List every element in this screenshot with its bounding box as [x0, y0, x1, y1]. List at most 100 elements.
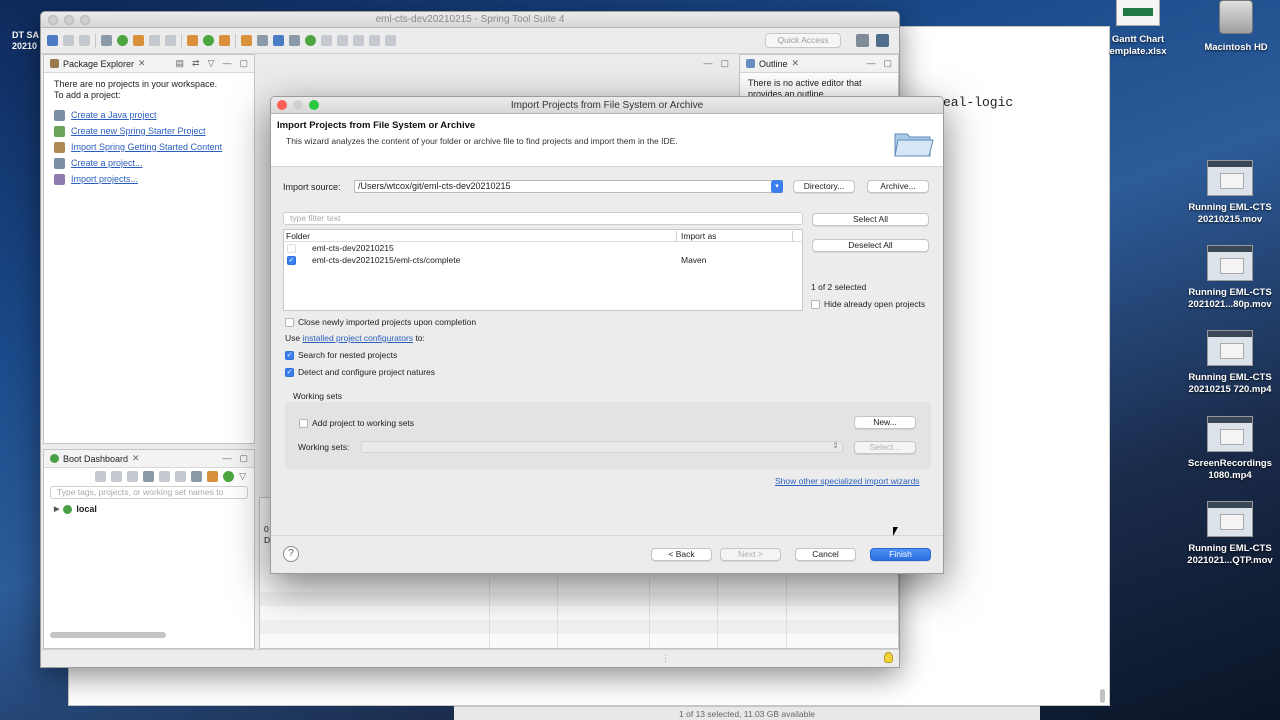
- close-dialog-button[interactable]: [277, 100, 287, 110]
- close-projects-label[interactable]: Close newly imported projects upon compl…: [298, 317, 476, 327]
- boot-dashboard-filter[interactable]: Type tags, projects, or working set name…: [50, 486, 248, 499]
- hide-open-projects-checkbox[interactable]: [811, 300, 820, 309]
- desktop-icon-gantt-chart[interactable]: Gantt Chart emplate.xlsx: [1088, 0, 1188, 58]
- working-sets-combo[interactable]: ⇕: [361, 441, 843, 453]
- save-all-icon[interactable]: [79, 35, 90, 46]
- chevron-down-icon[interactable]: ▾: [771, 180, 783, 193]
- outline-tab[interactable]: Outline ✕ — ▢: [740, 55, 898, 73]
- create-project-link[interactable]: Create a project...: [54, 155, 244, 171]
- background-scrollbar[interactable]: [1100, 689, 1105, 703]
- desktop-icon-recording-3[interactable]: Running EML-CTS 20210215 720.mp4: [1180, 330, 1280, 396]
- new-icon[interactable]: [47, 35, 58, 46]
- import-source-combo[interactable]: /Users/wtcox/git/eml-cts-dev20210215 ▾: [354, 180, 783, 193]
- column-divider[interactable]: [792, 231, 793, 241]
- console-icon[interactable]: [159, 471, 171, 482]
- column-divider[interactable]: [676, 231, 677, 241]
- next-button[interactable]: Next >: [720, 548, 781, 561]
- detect-natures-label[interactable]: Detect and configure project natures: [298, 367, 435, 377]
- minimize-icon[interactable]: —: [866, 58, 875, 69]
- select-working-set-button[interactable]: Select...: [854, 441, 916, 454]
- zoom-dialog-button[interactable]: [309, 100, 319, 110]
- zoom-window-button[interactable]: [80, 15, 90, 25]
- ide-titlebar[interactable]: eml-cts-dev20210215 - Spring Tool Suite …: [41, 12, 899, 28]
- open-folder-icon[interactable]: [241, 35, 252, 46]
- back-button[interactable]: < Back: [651, 548, 712, 561]
- create-java-project-link-label[interactable]: Create a Java project: [71, 110, 157, 120]
- minimize-icon[interactable]: —: [703, 58, 712, 69]
- import-projects-dialog[interactable]: Import Projects from File System or Arch…: [270, 96, 944, 574]
- close-projects-checkbox[interactable]: [285, 318, 294, 327]
- view-menu-icon[interactable]: ▽: [208, 58, 215, 69]
- create-spring-starter-link-label[interactable]: Create new Spring Starter Project: [71, 126, 206, 136]
- cancel-button[interactable]: Cancel: [795, 548, 856, 561]
- forward-arrow-icon[interactable]: [369, 35, 380, 46]
- spring-boot-icon[interactable]: [305, 35, 316, 46]
- new-package-icon[interactable]: [219, 35, 230, 46]
- import-projects-link-label[interactable]: Import projects...: [71, 174, 138, 184]
- close-icon[interactable]: ✕: [138, 58, 146, 69]
- desktop-icon-recording-4[interactable]: Running EML-CTS 2021021...QTP.mov: [1180, 501, 1280, 567]
- java-perspective-icon[interactable]: [876, 34, 889, 47]
- maximize-icon[interactable]: ▢: [239, 58, 248, 69]
- collapse-all-icon[interactable]: ▤: [176, 58, 185, 69]
- search-nested-label[interactable]: Search for nested projects: [298, 350, 397, 360]
- add-to-working-sets-label[interactable]: Add project to working sets: [312, 418, 414, 428]
- create-project-link-label[interactable]: Create a project...: [71, 158, 143, 168]
- minimize-icon[interactable]: —: [222, 453, 231, 464]
- maximize-icon[interactable]: ▢: [720, 58, 729, 69]
- toolbar-disabled-icon[interactable]: [149, 35, 160, 46]
- projects-table[interactable]: Folder Import as eml-cts-dev20210215 ✓ e…: [283, 229, 803, 311]
- minimize-icon[interactable]: —: [222, 58, 231, 69]
- create-spring-starter-link[interactable]: Create new Spring Starter Project: [54, 123, 244, 139]
- archive-button[interactable]: Archive...: [867, 180, 929, 193]
- edit-icon[interactable]: [175, 471, 187, 482]
- status-bar-grip[interactable]: ⋮: [661, 653, 670, 664]
- deselect-all-button[interactable]: Deselect All: [812, 239, 929, 252]
- installed-configurators-link[interactable]: installed project configurators: [303, 333, 414, 343]
- properties-icon[interactable]: [207, 471, 219, 482]
- stop-icon[interactable]: [127, 471, 139, 482]
- desktop-icon-macintosh-hd[interactable]: Macintosh HD: [1186, 0, 1280, 54]
- help-icon[interactable]: ?: [283, 546, 299, 562]
- import-projects-link[interactable]: Import projects...: [54, 171, 244, 187]
- add-icon[interactable]: [223, 471, 235, 482]
- column-header-import-as[interactable]: Import as: [681, 230, 716, 242]
- search-icon[interactable]: [257, 35, 268, 46]
- desktop-icon-recording-2[interactable]: Running EML-CTS 2021021...80p.mov: [1180, 245, 1280, 311]
- debug-icon[interactable]: [101, 35, 112, 46]
- toolbar-disabled-icon[interactable]: [385, 35, 396, 46]
- table-icon[interactable]: [191, 471, 203, 482]
- tree-item-local[interactable]: ▶ local: [54, 504, 254, 514]
- open-perspective-icon[interactable]: [856, 34, 869, 47]
- boot-dashboard-tab[interactable]: Boot Dashboard ✕ — ▢: [44, 450, 254, 468]
- dialog-titlebar[interactable]: Import Projects from File System or Arch…: [271, 97, 943, 114]
- desktop-icon-recording-1[interactable]: Running EML-CTS 20210215.mov: [1180, 160, 1280, 226]
- row-checkbox[interactable]: [287, 244, 296, 253]
- lightbulb-icon[interactable]: [884, 652, 893, 663]
- create-java-project-link[interactable]: Create a Java project: [54, 107, 244, 123]
- close-window-button[interactable]: [48, 15, 58, 25]
- spring-starter-icon[interactable]: [187, 35, 198, 46]
- detect-natures-checkbox[interactable]: ✓: [285, 368, 294, 377]
- specialized-import-wizards-link[interactable]: Show other specialized import wizards: [775, 476, 920, 486]
- view-menu-icon[interactable]: ▽: [239, 471, 246, 484]
- toolbar-disabled-icon[interactable]: [165, 35, 176, 46]
- maximize-icon[interactable]: ▢: [239, 453, 248, 464]
- hide-open-projects-label[interactable]: Hide already open projects: [824, 299, 925, 309]
- quick-access-input[interactable]: Quick Access: [765, 33, 841, 48]
- table-row[interactable]: eml-cts-dev20210215: [284, 242, 802, 254]
- toolbar-disabled-icon[interactable]: [321, 35, 332, 46]
- import-getting-started-link[interactable]: Import Spring Getting Started Content: [54, 139, 244, 155]
- new-working-set-button[interactable]: New...: [854, 416, 916, 429]
- pin-icon[interactable]: [289, 35, 300, 46]
- desktop-icon-screen-recordings[interactable]: ScreenRecordings 1080.mp4: [1180, 416, 1280, 482]
- table-row[interactable]: ✓ eml-cts-dev20210215/eml-cts/complete M…: [284, 254, 802, 266]
- console-icon[interactable]: [273, 35, 284, 46]
- finish-button[interactable]: Finish: [870, 548, 931, 561]
- toolbar-disabled-icon[interactable]: [337, 35, 348, 46]
- start-icon[interactable]: [95, 471, 107, 482]
- select-all-button[interactable]: Select All: [812, 213, 929, 226]
- minimize-dialog-button[interactable]: [293, 100, 303, 110]
- directory-button[interactable]: Directory...: [793, 180, 855, 193]
- column-header-folder[interactable]: Folder: [286, 230, 310, 242]
